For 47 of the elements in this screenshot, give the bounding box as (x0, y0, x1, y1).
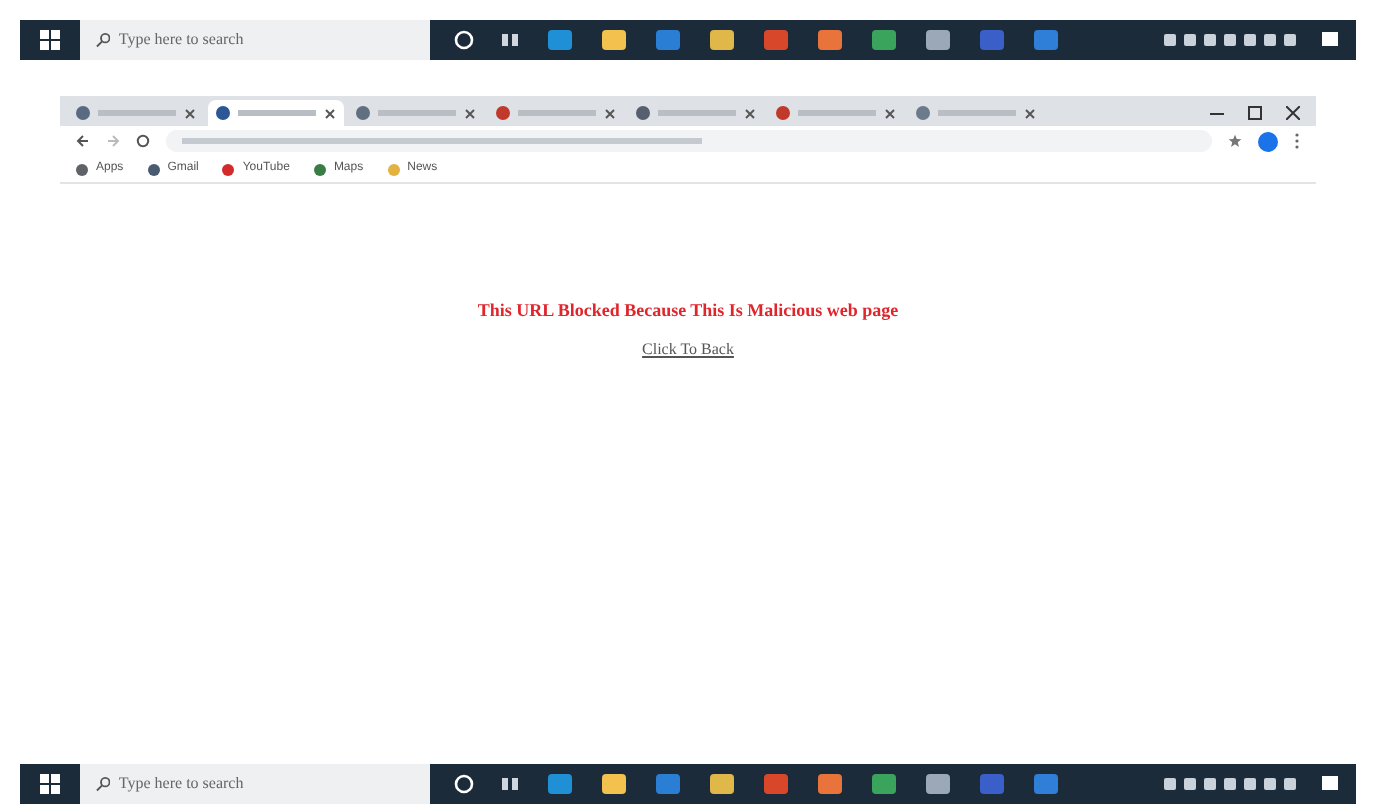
close-icon[interactable] (744, 107, 756, 119)
profile-avatar[interactable] (1258, 131, 1278, 151)
menu-icon[interactable] (1294, 132, 1300, 150)
close-icon[interactable] (324, 107, 336, 119)
search-icon (96, 776, 111, 792)
search-field[interactable]: Type here to search (118, 28, 414, 52)
app-icon[interactable] (708, 772, 736, 796)
cortana-icon[interactable] (454, 774, 474, 794)
app-icon[interactable] (1032, 28, 1060, 52)
back-icon[interactable] (76, 134, 90, 148)
reload-icon[interactable] (136, 134, 150, 148)
task-view-icon[interactable] (500, 774, 520, 794)
notification-icon[interactable] (1320, 774, 1340, 794)
maximize-icon[interactable] (1248, 106, 1262, 120)
app-icon[interactable] (924, 28, 952, 52)
app-icon[interactable] (600, 28, 628, 52)
app-icon[interactable] (600, 772, 628, 796)
app-icon[interactable] (870, 28, 898, 52)
app-icon[interactable] (870, 772, 898, 796)
close-icon[interactable] (884, 107, 896, 119)
browser-tab[interactable] (208, 100, 344, 126)
close-icon[interactable] (1024, 107, 1036, 119)
close-icon[interactable] (184, 107, 196, 119)
windows-start-icon[interactable] (40, 774, 60, 794)
app-icon[interactable] (654, 772, 682, 796)
app-icon[interactable] (1032, 772, 1060, 796)
close-icon[interactable] (604, 107, 616, 119)
windows-start-icon[interactable] (40, 30, 60, 50)
app-icon[interactable] (708, 28, 736, 52)
star-icon[interactable] (1228, 134, 1242, 148)
back-link[interactable]: Click To Back (642, 337, 734, 361)
notification-icon[interactable] (1320, 30, 1340, 50)
close-icon[interactable] (1286, 106, 1300, 120)
search-bar[interactable]: Type here to search (80, 764, 430, 804)
task-view-icon[interactable] (500, 30, 520, 50)
app-icon[interactable] (546, 772, 574, 796)
cortana-icon[interactable] (454, 30, 474, 50)
search-field[interactable]: Type here to search (118, 772, 414, 796)
app-icon[interactable] (816, 772, 844, 796)
app-icon[interactable] (816, 28, 844, 52)
app-icon[interactable] (546, 28, 574, 52)
blocked-message: This URL Blocked Because This Is Malicious web page (477, 298, 899, 324)
search-bar[interactable]: Type here to search (80, 20, 430, 60)
app-icon[interactable] (924, 772, 952, 796)
app-icon[interactable] (654, 28, 682, 52)
search-icon (96, 32, 111, 48)
close-icon[interactable] (464, 107, 476, 119)
